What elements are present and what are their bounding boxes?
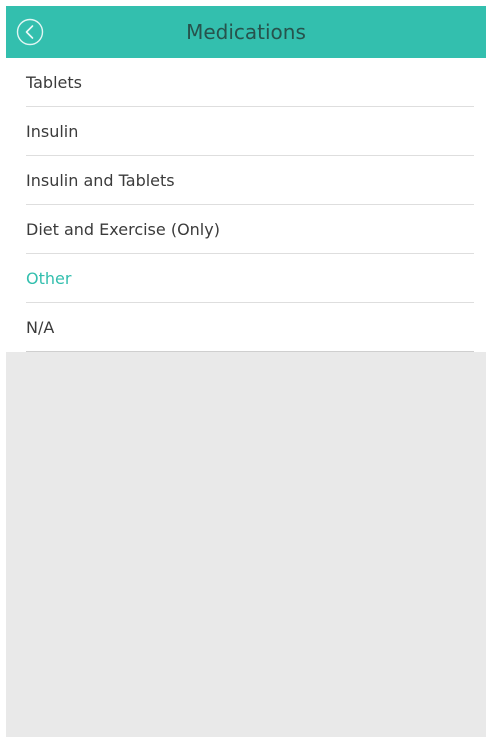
option-label: Diet and Exercise (Only) — [26, 220, 220, 239]
back-button[interactable] — [16, 18, 44, 46]
app-screen: Medications Tablets Insulin Insulin and … — [6, 6, 486, 737]
option-insulin-and-tablets[interactable]: Insulin and Tablets — [6, 156, 486, 205]
medication-options-list: Tablets Insulin Insulin and Tablets Diet… — [6, 58, 486, 352]
option-label: Other — [26, 269, 72, 288]
option-label: Tablets — [26, 73, 82, 92]
option-insulin[interactable]: Insulin — [6, 107, 486, 156]
chevron-left-circle-icon — [16, 18, 44, 46]
option-label: Insulin and Tablets — [26, 171, 175, 190]
option-other[interactable]: Other — [6, 254, 486, 303]
page-title: Medications — [186, 20, 306, 44]
divider — [26, 351, 474, 352]
option-label: N/A — [26, 318, 55, 337]
nav-header: Medications — [6, 6, 486, 58]
option-tablets[interactable]: Tablets — [6, 58, 486, 107]
option-diet-and-exercise[interactable]: Diet and Exercise (Only) — [6, 205, 486, 254]
option-na[interactable]: N/A — [6, 303, 486, 352]
option-label: Insulin — [26, 122, 79, 141]
